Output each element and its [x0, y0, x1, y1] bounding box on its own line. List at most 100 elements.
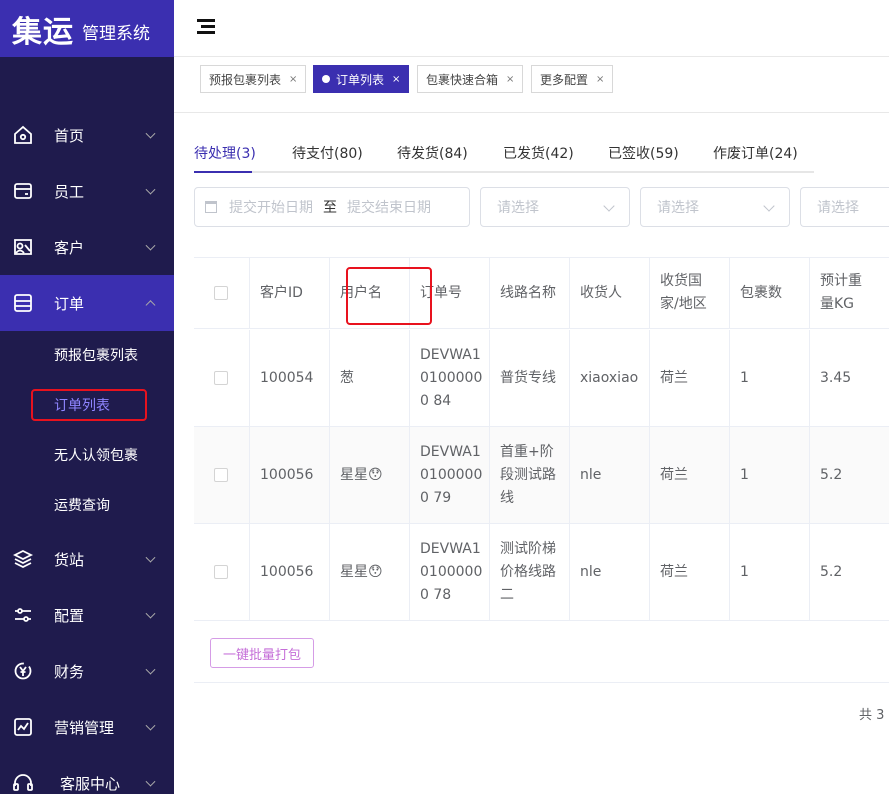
cell-recipient: nle — [570, 524, 650, 620]
tab-shipped[interactable]: 已发货(42) — [503, 143, 574, 163]
sidebar-item-order[interactable]: 订单 — [0, 275, 174, 331]
top-header — [174, 0, 889, 57]
warehouse-icon — [12, 548, 34, 570]
sidebar-item-customer-service[interactable]: 客服中心 — [0, 755, 174, 794]
cell-username: 星星😯 — [330, 524, 410, 620]
sidebar-item-staff[interactable]: 员工 — [0, 163, 174, 219]
brand-title: 集运 — [12, 14, 74, 50]
order-icon — [12, 292, 34, 314]
sidebar-subitem-forecast-packages[interactable]: 预报包裹列表 — [0, 330, 174, 380]
select-placeholder: 请选择 — [657, 200, 699, 216]
cell-destination-country: 荷兰 — [650, 427, 730, 523]
filter-select-3[interactable]: 请选择 — [800, 187, 889, 227]
start-date-input[interactable]: 提交开始日期 — [229, 197, 313, 217]
filter-select-1[interactable]: 请选择 — [480, 187, 630, 227]
tag-quick-consolidate[interactable]: 包裹快速合箱 × — [417, 65, 524, 93]
select-placeholder: 请选择 — [817, 200, 859, 216]
cell-username: 葱 — [330, 330, 410, 426]
settings-sliders-icon — [12, 604, 34, 626]
sidebar-subitem-unclaimed-packages[interactable]: 无人认领包裹 — [0, 430, 174, 480]
table-row: 100056 星星😯 DEVWA101000000 79 首重+阶段测试路线 n… — [194, 427, 889, 524]
customer-icon — [12, 236, 34, 258]
marketing-chart-icon — [12, 716, 34, 738]
cell-customer-id: 100056 — [250, 524, 330, 620]
menu-toggle-icon[interactable] — [197, 19, 215, 35]
select-all-checkbox[interactable] — [214, 286, 228, 300]
sidebar-item-warehouse[interactable]: 货站 — [0, 531, 174, 587]
tag-label: 订单列表 — [336, 72, 385, 87]
close-icon[interactable]: × — [596, 74, 604, 85]
range-separator: 至 — [323, 200, 337, 216]
sidebar-item-marketing[interactable]: 营销管理 — [0, 699, 174, 755]
cell-estimated-weight: 5.2 — [810, 427, 889, 523]
sidebar-item-customer[interactable]: 客户 — [0, 219, 174, 275]
tag-forecast-packages[interactable]: 预报包裹列表 × — [200, 65, 307, 93]
tab-awaiting-payment[interactable]: 待支付(80) — [292, 143, 363, 163]
cell-route-name: 普货专线 — [490, 330, 570, 426]
sidebar-subitem-freight-query[interactable]: 运费查询 — [0, 480, 174, 530]
chevron-down-icon — [145, 720, 156, 731]
sidebar-item-label: 配置 — [54, 606, 85, 625]
tag-label: 更多配置 — [540, 72, 589, 87]
select-placeholder: 请选择 — [497, 200, 539, 216]
close-icon[interactable]: × — [289, 74, 297, 85]
cell-destination-country: 荷兰 — [650, 524, 730, 620]
chevron-up-icon — [145, 300, 156, 311]
sidebar-item-label: 财务 — [54, 662, 85, 681]
sidebar-item-home[interactable]: 首页 — [0, 107, 174, 163]
sidebar-item-label: 营销管理 — [54, 718, 115, 737]
table-row: 100056 星星😯 DEVWA101000000 78 测试阶梯价格线路二 n… — [194, 524, 889, 621]
sidebar-item-config[interactable]: 配置 — [0, 587, 174, 643]
sidebar-item-label: 客服中心 — [60, 774, 121, 793]
tag-more-config[interactable]: 更多配置 × — [531, 65, 614, 93]
brand-subtitle: 管理系统 — [82, 24, 150, 44]
divider — [194, 682, 889, 683]
date-range-picker[interactable]: 提交开始日期 至 提交结束日期 — [194, 187, 470, 227]
table-row: 100054 葱 DEVWA101000000 84 普货专线 xiaoxiao… — [194, 330, 889, 427]
sidebar-item-label: 订单 — [54, 294, 85, 313]
close-icon[interactable]: × — [506, 74, 514, 85]
active-dot-icon — [322, 75, 330, 83]
pagination-total: 共 3 条 — [859, 708, 889, 723]
cell-route-name: 测试阶梯价格线路二 — [490, 524, 570, 620]
tab-voided-orders[interactable]: 作废订单(24) — [713, 143, 798, 163]
end-date-input[interactable]: 提交结束日期 — [347, 197, 431, 217]
staff-icon — [12, 180, 34, 202]
row-checkbox[interactable] — [214, 371, 228, 385]
tab-signed[interactable]: 已签收(59) — [608, 143, 679, 163]
main-content: 待处理(3) 待支付(80) 待发货(84) 已发货(42) 已签收(59) 作… — [174, 113, 889, 794]
header-destination-country: 收货国家/地区 — [650, 258, 730, 328]
header-route-name: 线路名称 — [490, 258, 570, 328]
tags-view-bar: 预报包裹列表 × 订单列表 × 包裹快速合箱 × 更多配置 × — [174, 57, 889, 113]
headset-icon — [12, 772, 34, 794]
header-estimated-weight: 预计重量KG — [810, 258, 889, 328]
brand-logo: 集运 管理系统 — [0, 0, 174, 57]
header-package-count: 包裹数 — [730, 258, 810, 328]
row-select-cell — [194, 427, 250, 523]
cell-package-count: 1 — [730, 330, 810, 426]
tab-pending[interactable]: 待处理(3) — [194, 143, 256, 163]
row-checkbox[interactable] — [214, 565, 228, 579]
sidebar-subitem-order-list[interactable]: 订单列表 — [0, 380, 174, 430]
sidebar-item-finance[interactable]: 财务 — [0, 643, 174, 699]
chevron-down-icon — [145, 776, 156, 787]
home-icon — [12, 124, 34, 146]
cell-customer-id: 100056 — [250, 427, 330, 523]
sidebar-item-label: 货站 — [54, 550, 85, 569]
chevron-down-icon — [145, 664, 156, 675]
cell-recipient: nle — [570, 427, 650, 523]
table-header-row: 客户ID 用户名 订单号 线路名称 收货人 收货国家/地区 包裹数 预计重量KG — [194, 258, 889, 329]
sidebar-item-label: 客户 — [54, 238, 85, 257]
cell-customer-id: 100054 — [250, 330, 330, 426]
tag-label: 预报包裹列表 — [209, 72, 282, 87]
tag-order-list[interactable]: 订单列表 × — [313, 65, 410, 93]
header-recipient: 收货人 — [570, 258, 650, 328]
filter-select-2[interactable]: 请选择 — [640, 187, 790, 227]
batch-pack-button[interactable]: 一键批量打包 — [210, 638, 314, 668]
close-icon[interactable]: × — [392, 74, 400, 85]
row-checkbox[interactable] — [214, 468, 228, 482]
cell-order-number: DEVWA101000000 78 — [410, 524, 490, 620]
cell-username: 星星😯 — [330, 427, 410, 523]
tag-label: 包裹快速合箱 — [426, 72, 499, 87]
tab-awaiting-shipment[interactable]: 待发货(84) — [397, 143, 468, 163]
